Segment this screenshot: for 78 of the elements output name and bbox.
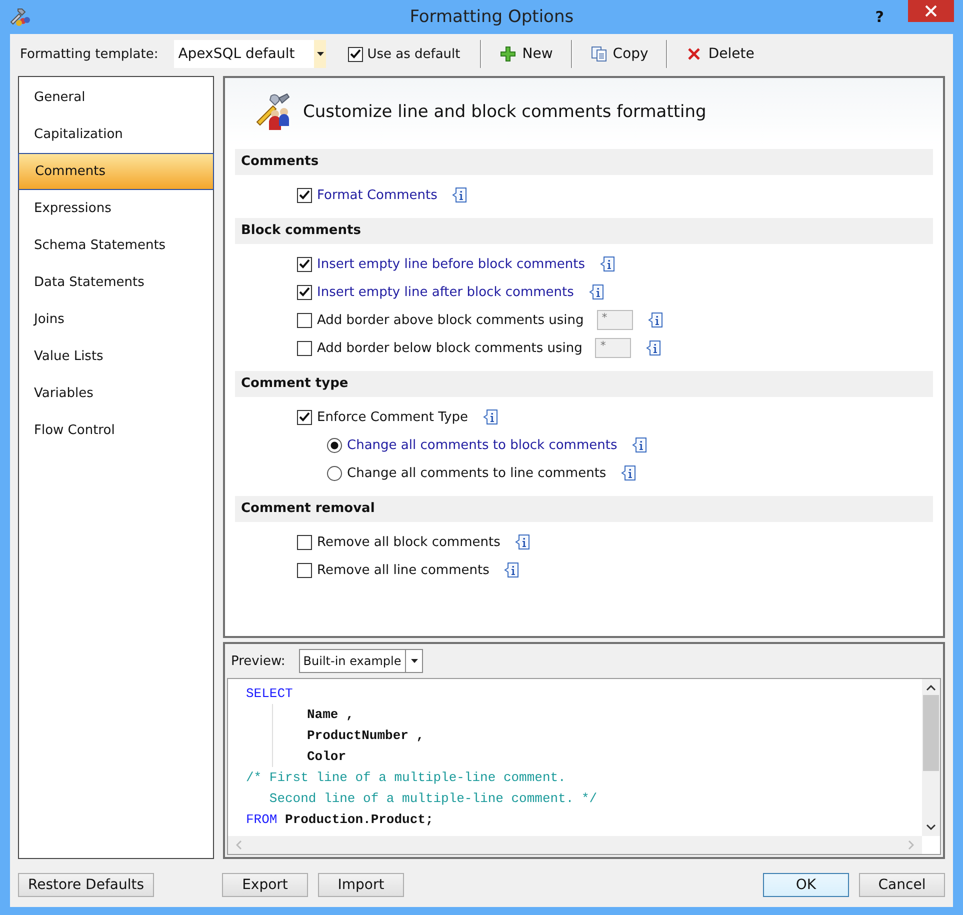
template-dropdown[interactable]: ApexSQL default <box>174 40 326 68</box>
header-title: Customize line and block comments formatting <box>303 102 706 122</box>
option-label: Change all comments to line comments <box>347 466 606 480</box>
option-label: Add border below block comments using <box>317 340 582 356</box>
code-line: /* First line of a multiple-line comment. <box>246 769 567 787</box>
close-icon <box>925 5 937 17</box>
restore-button[interactable]: Restore Defaults <box>18 873 154 897</box>
toolbar-button[interactable]: Copy <box>586 44 652 64</box>
info-icon <box>648 312 664 328</box>
section-header: Comment removal <box>235 496 933 522</box>
toolbar-button[interactable]: Delete <box>682 44 758 64</box>
section-header: Comment type <box>235 371 933 397</box>
info-icon <box>632 437 648 453</box>
dialog-button[interactable]: OK <box>763 873 849 897</box>
sidebar-item[interactable]: Value Lists <box>19 338 213 375</box>
option-label: Remove all line comments <box>317 562 490 578</box>
caret-icon <box>316 52 324 56</box>
info-icon <box>646 340 662 356</box>
vertical-scrollbar[interactable] <box>922 679 940 836</box>
info-icon <box>621 465 638 481</box>
code-line: FROM Production.Product; <box>246 811 434 829</box>
info-icon <box>452 187 468 203</box>
option-label: Remove all block comments <box>317 534 500 550</box>
option-label: Insert empty line before block comments <box>317 256 585 272</box>
checkbox[interactable] <box>348 46 364 62</box>
sidebar-item[interactable]: Schema Statements <box>19 227 213 264</box>
toolbar-button[interactable]: New <box>496 44 557 64</box>
caret-icon <box>410 659 418 663</box>
radio-button[interactable] <box>327 438 342 452</box>
help-button[interactable]: ? <box>871 8 888 26</box>
info-icon <box>504 562 520 578</box>
preview-label: Preview: <box>231 654 286 668</box>
option-label: Insert empty line after block comments <box>317 284 574 300</box>
checkbox[interactable] <box>297 534 312 550</box>
sidebar-item[interactable]: Variables <box>19 375 213 412</box>
sidebar-item[interactable]: Data Statements <box>19 264 213 301</box>
sidebar-item[interactable]: Comments <box>18 153 214 190</box>
scroll-down-icon[interactable] <box>926 824 936 830</box>
option-label: Change all comments to block comments <box>347 438 618 452</box>
input-field[interactable]: * <box>596 310 633 330</box>
radio-button[interactable] <box>327 466 342 480</box>
info-icon <box>515 534 532 550</box>
checkbox[interactable] <box>297 562 312 578</box>
code-line: Second line of a multiple-line comment. */ <box>268 790 598 808</box>
section-header: Block comments <box>235 218 933 244</box>
checkbox-label: Use as default <box>367 46 460 62</box>
checkbox[interactable] <box>297 340 312 356</box>
window-title: Formatting Options <box>408 7 575 27</box>
option-label: Format Comments <box>317 188 438 202</box>
checkbox[interactable] <box>297 256 312 272</box>
option-label: Enforce Comment Type <box>317 410 468 424</box>
option-label: Add border above block comments using <box>317 312 584 328</box>
checkbox[interactable] <box>297 312 312 328</box>
scroll-up-icon[interactable] <box>926 685 936 691</box>
tools-icon <box>8 6 32 28</box>
input-field[interactable]: * <box>595 338 632 358</box>
checkbox[interactable] <box>297 188 312 202</box>
preview-dropdown[interactable]: Built-in example <box>299 649 424 673</box>
sidebar-item[interactable]: Expressions <box>19 190 213 227</box>
info-icon <box>600 256 616 272</box>
close-button[interactable] <box>908 0 954 22</box>
copy-icon <box>590 46 607 62</box>
code-line: SELECT <box>246 685 294 703</box>
close-icon <box>686 46 702 62</box>
footer-button[interactable]: Import <box>318 873 404 897</box>
dialog-button[interactable]: Cancel <box>859 873 945 897</box>
sidebar-item[interactable]: Joins <box>19 301 213 338</box>
info-icon <box>483 409 500 425</box>
sidebar-item[interactable]: General <box>19 79 213 116</box>
template-label: Formatting template: <box>20 46 158 62</box>
plus-icon <box>500 46 516 62</box>
footer-button[interactable]: Export <box>222 873 308 897</box>
sidebar-item[interactable]: Flow Control <box>19 412 213 449</box>
sidebar-item[interactable]: Capitalization <box>19 116 213 153</box>
info-icon <box>588 284 605 300</box>
section-header: Comments <box>235 149 933 175</box>
checkbox[interactable] <box>297 410 312 424</box>
checkbox[interactable] <box>297 284 312 300</box>
